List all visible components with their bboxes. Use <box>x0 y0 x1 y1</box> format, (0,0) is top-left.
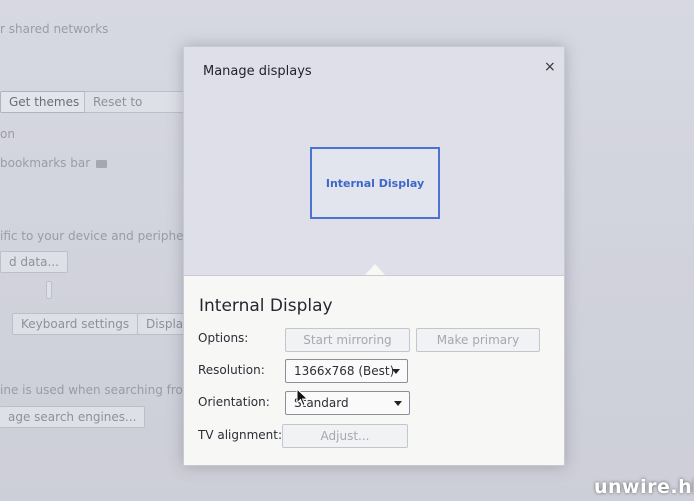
tv-alignment-label: TV alignment: <box>198 428 283 442</box>
adjust-button[interactable]: Adjust... <box>282 424 408 448</box>
watermark-logo: unwire.hk <box>594 476 694 498</box>
start-mirroring-button[interactable]: Start mirroring <box>285 328 410 352</box>
resolution-select[interactable]: 1366x768 (Best) <box>285 359 408 383</box>
display-box-label: Internal Display <box>325 176 425 190</box>
resolution-value: 1366x768 (Best) <box>294 364 395 378</box>
chevron-down-icon <box>394 401 402 406</box>
options-label: Options: <box>198 331 249 345</box>
display-layout-box[interactable]: Internal Display <box>310 147 440 219</box>
orientation-label: Orientation: <box>198 395 270 409</box>
make-primary-button[interactable]: Make primary <box>416 328 540 352</box>
manage-displays-dialog: Manage displays × Internal Display Inter… <box>183 46 565 466</box>
mouse-cursor-icon <box>296 388 309 407</box>
chevron-down-icon <box>392 369 400 374</box>
close-icon[interactable]: × <box>544 59 556 75</box>
dialog-divider <box>184 275 564 276</box>
resolution-label: Resolution: <box>198 363 265 377</box>
dialog-title: Manage displays <box>203 64 312 79</box>
display-name-heading: Internal Display <box>199 296 333 316</box>
